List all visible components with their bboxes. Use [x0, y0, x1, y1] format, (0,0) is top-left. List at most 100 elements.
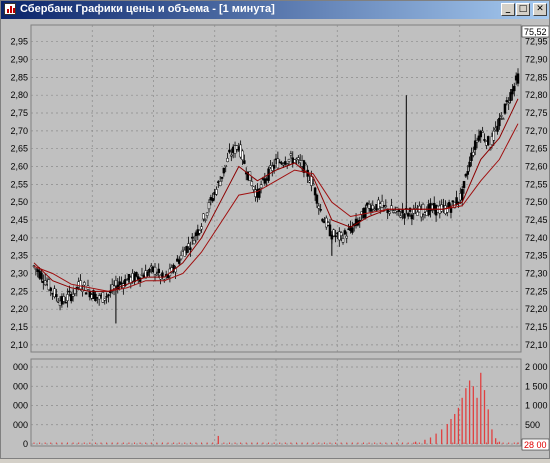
- candle-body: [155, 273, 159, 276]
- candle-body: [228, 149, 231, 153]
- candle-body: [285, 163, 289, 166]
- candle-body: [311, 183, 315, 186]
- close-button[interactable]: ✕: [533, 3, 547, 16]
- candle-body: [462, 180, 466, 188]
- chart-area[interactable]: 2,95 72,95 2,90 72,90 2,85 72,85 2,80 72,80 2,75…: [1, 19, 550, 458]
- candle-body: [472, 152, 475, 156]
- candle-body: [460, 189, 464, 201]
- candle-body: [486, 136, 490, 146]
- volume-tick-right: 2 000: [525, 362, 548, 372]
- price-tick-right: 72,40: [525, 233, 548, 243]
- volume-tick-left: 000: [13, 381, 28, 391]
- candle-body: [202, 213, 205, 220]
- volume-tick-left: 000: [13, 362, 28, 372]
- price-tick-right: 72,80: [525, 90, 548, 100]
- candle-body: [410, 214, 414, 220]
- price-tick-right: 72,10: [525, 340, 548, 350]
- candle-body: [204, 219, 207, 221]
- candle-body: [79, 280, 82, 290]
- price-tick-left: 2,65: [10, 144, 28, 154]
- price-tick-right: 72,70: [525, 126, 548, 136]
- candle-body: [276, 158, 280, 169]
- price-tick-left: 2,50: [10, 197, 28, 207]
- price-tick-left: 2,10: [10, 340, 28, 350]
- candle-body: [403, 213, 406, 219]
- current-volume-label: 28 00: [524, 440, 547, 450]
- candle-body: [68, 290, 71, 293]
- current-price-label: 75,52: [524, 27, 547, 37]
- price-tick-left: 2,70: [10, 126, 28, 136]
- candle-body: [388, 211, 391, 214]
- candle-body: [343, 230, 347, 235]
- candle-body: [499, 115, 503, 117]
- candle-body: [513, 85, 516, 92]
- price-tick-right: 72,85: [525, 72, 548, 82]
- candle-body: [496, 125, 499, 132]
- price-tick-right: 72,25: [525, 286, 548, 296]
- candle-body: [501, 118, 505, 120]
- candle-body: [371, 204, 375, 210]
- candle-body: [289, 153, 293, 156]
- candle-body: [226, 158, 229, 162]
- candle-body: [150, 265, 153, 268]
- candle-body: [481, 130, 484, 133]
- candle-body: [483, 139, 486, 141]
- price-tick-left: 2,80: [10, 90, 28, 100]
- candle-body: [230, 154, 233, 157]
- candle-body: [241, 150, 244, 161]
- candle-body: [190, 236, 194, 239]
- candle-body: [345, 235, 348, 239]
- candle-body: [406, 213, 410, 217]
- candle-body: [313, 187, 317, 196]
- candle-body: [280, 162, 283, 165]
- candle-body: [211, 198, 214, 202]
- candle-body: [148, 268, 151, 273]
- volume-tick-right: 500: [525, 420, 540, 430]
- candle-body: [252, 186, 255, 190]
- candle-body: [192, 239, 196, 245]
- candle-body: [62, 296, 66, 302]
- price-tick-left: 2,20: [10, 304, 28, 314]
- candle-body: [451, 200, 455, 203]
- candle-body: [272, 164, 276, 169]
- candle-body: [315, 194, 319, 204]
- candle-body: [179, 255, 183, 260]
- candle-body: [218, 181, 222, 187]
- window-titlebar[interactable]: Сбербанк Графики цены и объема - [1 мину…: [1, 1, 549, 19]
- candle-body: [103, 298, 106, 301]
- candle-body: [205, 212, 209, 216]
- restore-button[interactable]: □: [516, 3, 530, 16]
- price-tick-right: 72,20: [525, 304, 548, 314]
- candle-body: [200, 226, 203, 230]
- price-tick-right: 72,45: [525, 215, 548, 225]
- price-tick-left: 2,90: [10, 55, 28, 65]
- candle-body: [334, 235, 337, 238]
- price-tick-left: 2,55: [10, 179, 28, 189]
- price-tick-right: 72,75: [525, 108, 548, 118]
- candle-body: [66, 294, 69, 301]
- candle-body: [498, 117, 501, 127]
- price-tick-right: 72,95: [525, 37, 548, 47]
- price-tick-left: 2,60: [10, 162, 28, 172]
- price-volume-chart[interactable]: 2,95 72,95 2,90 72,90 2,85 72,85 2,80 72,80 2,75…: [1, 19, 550, 458]
- candle-body: [222, 167, 226, 174]
- price-tick-left: 2,25: [10, 286, 28, 296]
- candle-body: [317, 205, 321, 209]
- candle-body: [401, 209, 404, 214]
- minimize-button[interactable]: _: [501, 3, 515, 16]
- price-tick-right: 72,60: [525, 162, 548, 172]
- candle-body: [364, 207, 367, 218]
- price-tick-left: 2,40: [10, 233, 28, 243]
- price-tick-left: 2,95: [10, 37, 28, 47]
- candle-body: [297, 157, 300, 160]
- candle-body: [34, 268, 38, 270]
- price-tick-left: 2,45: [10, 215, 28, 225]
- candle-body: [49, 287, 53, 291]
- candle-body: [215, 189, 218, 195]
- candle-body: [157, 268, 160, 274]
- candle-body: [207, 202, 211, 210]
- candle-body: [55, 294, 58, 298]
- candle-body: [321, 218, 324, 222]
- candle-body: [367, 204, 371, 209]
- candle-body: [250, 181, 254, 186]
